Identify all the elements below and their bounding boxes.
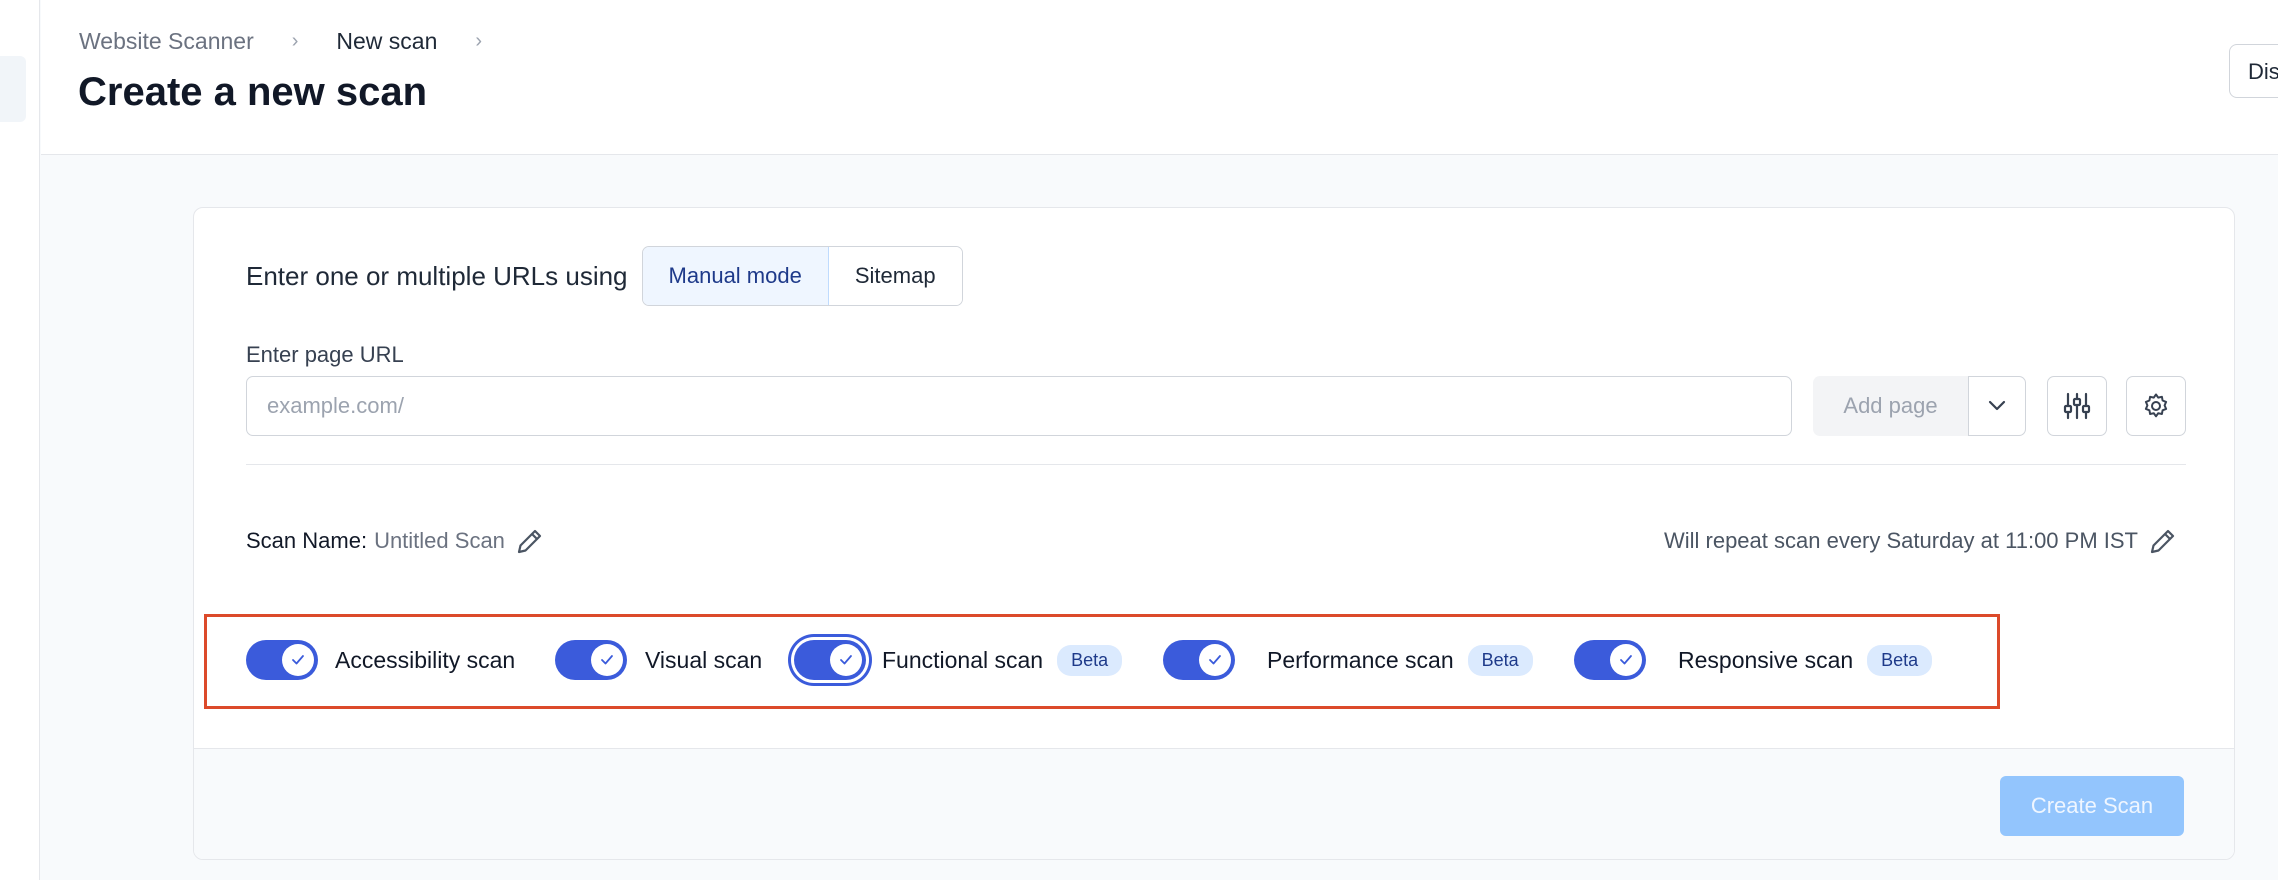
performance-scan-switch[interactable]: [1163, 640, 1235, 680]
new-scan-card: Enter one or multiple URLs using Manual …: [193, 207, 2235, 860]
url-label: Enter page URL: [246, 342, 404, 367]
scan-name-row: Scan Name: Untitled Scan: [246, 526, 545, 556]
mode-row: Enter one or multiple URLs using Manual …: [246, 246, 963, 306]
discard-button[interactable]: Dis: [2229, 44, 2278, 98]
sitemap-button[interactable]: Sitemap: [828, 247, 962, 305]
add-page-button[interactable]: Add page: [1813, 376, 1968, 436]
check-icon: [591, 644, 623, 676]
repeat-schedule: Will repeat scan every Saturday at 11:00…: [1664, 526, 2178, 556]
page-title: Create a new scan: [78, 70, 428, 114]
sliders-icon: [2063, 392, 2091, 420]
toggle-functional-scan: Functional scan Beta: [794, 640, 1123, 680]
responsive-scan-switch[interactable]: [1574, 640, 1646, 680]
accessibility-scan-switch[interactable]: [246, 640, 318, 680]
gear-icon: [2144, 393, 2168, 418]
chevron-right-icon: ›: [475, 30, 483, 52]
chevron-right-icon: ›: [291, 30, 299, 52]
toggle-responsive-scan: Responsive scan Beta: [1574, 640, 1933, 680]
check-icon: [1199, 644, 1231, 676]
toggle-label: Visual scan: [645, 646, 763, 673]
create-scan-button[interactable]: Create Scan: [2000, 776, 2184, 836]
scan-name-key: Scan Name:: [246, 528, 368, 553]
divider: [246, 464, 2186, 465]
toggle-accessibility-scan: Accessibility scan: [246, 640, 515, 680]
repeat-text: Will repeat scan every Saturday at 11:00…: [1663, 528, 2138, 553]
pencil-icon[interactable]: [515, 526, 545, 556]
check-icon: [1610, 644, 1642, 676]
mode-segmented-control: Manual mode Sitemap: [641, 246, 963, 306]
left-rail: [0, 0, 40, 880]
add-page-dropdown[interactable]: [1968, 376, 2026, 436]
mode-label: Enter one or multiple URLs using: [246, 260, 628, 291]
scan-type-toggles: Accessibility scan Visual scan Functiona…: [246, 632, 2006, 686]
breadcrumb-website-scanner[interactable]: Website Scanner: [79, 28, 254, 55]
card-footer: Create Scan: [194, 748, 2234, 859]
beta-badge: Beta: [1057, 644, 1123, 676]
toggle-visual-scan: Visual scan: [555, 640, 762, 680]
check-icon: [830, 644, 862, 676]
chevron-down-icon: [1988, 400, 2006, 411]
scan-settings-button[interactable]: [2126, 376, 2186, 436]
filter-settings-button[interactable]: [2047, 376, 2107, 436]
url-input[interactable]: [246, 376, 1792, 436]
breadcrumb-new-scan: New scan: [336, 28, 438, 54]
manual-mode-button[interactable]: Manual mode: [642, 247, 829, 305]
page-header: Website Scanner › New scan › Create a ne…: [41, 0, 2278, 155]
toggle-label: Responsive scan: [1678, 646, 1854, 673]
toggle-label: Accessibility scan: [335, 646, 516, 673]
functional-scan-switch[interactable]: [794, 640, 866, 680]
toggle-performance-scan: Performance scan Beta: [1163, 640, 1533, 680]
pencil-icon[interactable]: [2148, 526, 2178, 556]
beta-badge: Beta: [1467, 644, 1533, 676]
beta-badge: Beta: [1867, 644, 1933, 676]
breadcrumb: Website Scanner › New scan ›: [79, 28, 520, 55]
toggle-label: Performance scan: [1267, 646, 1454, 673]
rail-active-item[interactable]: [0, 56, 26, 122]
toggle-label: Functional scan: [882, 646, 1044, 673]
scan-name-value: Untitled Scan: [374, 528, 505, 553]
check-icon: [282, 644, 314, 676]
visual-scan-switch[interactable]: [555, 640, 627, 680]
